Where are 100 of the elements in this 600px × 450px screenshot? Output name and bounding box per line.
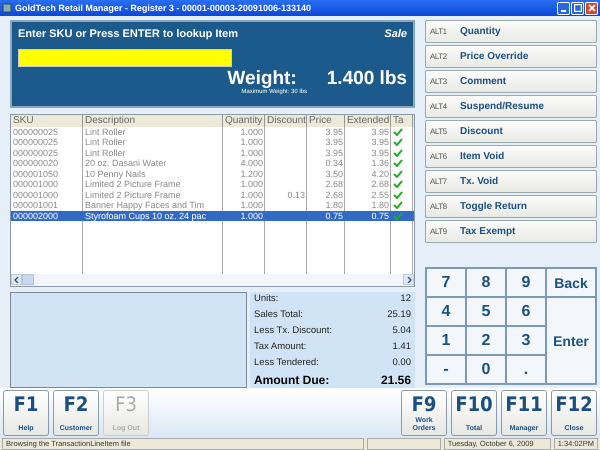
table-row[interactable]: 000001001 Banner Happy Faces and Tim 1.000 1.80 1.80	[11, 200, 414, 211]
column-header[interactable]: Discount	[265, 114, 307, 127]
keypad-key[interactable]: 6	[506, 297, 546, 326]
weight-label: Weight:	[227, 69, 297, 89]
table-row[interactable]: 000000025 Lint Roller 1.000 3.95 3.95	[11, 126, 414, 138]
action-button[interactable]: ALT1 Quantity	[425, 20, 597, 43]
mode-label: Sale	[384, 28, 407, 40]
table-cell-text: 1.000	[239, 137, 264, 148]
table-cell-text: 20 oz. Dasani Water	[84, 158, 168, 169]
table-row[interactable]: 000000025 Lint Roller 1.000 3.95 3.95	[11, 137, 414, 148]
scrollbar-thumb[interactable]	[22, 274, 34, 286]
keypad-key[interactable]: 3	[506, 326, 546, 355]
table-cell-text: 000000025	[12, 126, 60, 138]
action-button[interactable]: ALT5 Discount	[425, 120, 597, 143]
keypad-key[interactable]: Enter	[546, 297, 596, 384]
column-header[interactable]: Price	[307, 114, 345, 127]
table-cell-text: 1.000	[239, 179, 264, 190]
keypad-key[interactable]: 2	[466, 326, 506, 355]
table-cell-text: 0.34	[324, 158, 344, 169]
table-cell-text: 3.50	[324, 168, 344, 180]
minimize-button[interactable]	[557, 2, 570, 14]
table-cell-text: Lint Roller	[84, 126, 127, 138]
table-cell-text: 1.36	[370, 158, 390, 169]
maximize-icon	[574, 4, 582, 12]
app-icon	[2, 3, 12, 13]
column-header[interactable]: Quantity	[223, 114, 265, 127]
prompt-text: Enter SKU or Press ENTER to lookup Item	[18, 28, 238, 40]
column-header[interactable]: Ta	[391, 114, 413, 127]
window-title: GoldTech Retail Manager - Register 3 - 00001-00003-20091006-133140	[15, 3, 311, 13]
table-cell-text: 1.000	[239, 200, 264, 211]
total-label: Amount Due:	[254, 372, 330, 387]
table-cell-text: 3.95	[370, 148, 390, 158]
table-cell-text: 1.000	[239, 190, 264, 200]
column-header[interactable]: Extended	[345, 114, 391, 127]
table-cell-text: 4.20	[370, 168, 390, 180]
table-cell-text: 1.200	[239, 168, 264, 180]
table-cell-text: 000002000	[12, 210, 60, 222]
table-cell-text: 2.55	[370, 190, 390, 200]
keypad-key[interactable]: .	[506, 355, 546, 384]
keypad-key[interactable]: 5	[466, 297, 506, 326]
table-cell-text: 000000025	[12, 148, 60, 158]
action-button[interactable]: ALT6 Item Void	[425, 145, 597, 168]
action-button[interactable]: ALT8 Toggle Return	[425, 195, 597, 218]
table-cell-text: 2.68	[324, 179, 344, 190]
column-header[interactable]: Description	[83, 114, 223, 127]
keypad-key[interactable]: 0	[466, 355, 506, 384]
total-value: 5.04	[392, 324, 411, 336]
keypad-key[interactable]: 4	[426, 297, 466, 326]
keypad-key[interactable]: -	[426, 355, 466, 384]
table-cell-text: 0.13	[286, 190, 306, 200]
table-row[interactable]: 000000020 20 oz. Dasani Water 4.000 0.34 1.36	[11, 158, 414, 169]
action-button[interactable]: ALT9 Tax Exempt	[425, 220, 597, 243]
close-icon	[588, 4, 596, 12]
keypad-key[interactable]: 9	[506, 268, 546, 297]
table-row[interactable]: 000002000 Styrofoam Cups 10 oz. 24 pac 1.000 0.75 0.75	[11, 210, 414, 222]
total-value: 12	[400, 292, 411, 304]
total-value: 21.56	[380, 372, 411, 387]
table-cell-text: 2.68	[370, 179, 390, 190]
table-cell-text: 1.80	[324, 200, 344, 211]
table-cell-text: 3.95	[324, 137, 344, 148]
table-cell-text: 1.000	[239, 210, 264, 222]
table-cell-text: 000001000	[12, 190, 60, 200]
keypad-key[interactable]: 8	[466, 268, 506, 297]
table-row[interactable]: 000001000 Limited 2 Picture Frame 1.000 0.13 2.68 2.55	[11, 190, 414, 200]
table-cell-text: Limited 2 Picture Frame	[84, 190, 182, 200]
table-row[interactable]: 000000025 Lint Roller 1.000 3.95 3.95	[11, 148, 414, 158]
table-cell-text: 000001050	[12, 168, 60, 180]
scroll-right-button[interactable]	[403, 274, 414, 286]
table-cell-text: 000000025	[12, 137, 60, 148]
action-button[interactable]: ALT4 Suspend/Resume	[425, 95, 597, 118]
keypad-key[interactable]: Back	[546, 268, 596, 297]
column-header[interactable]: SKU	[11, 114, 83, 127]
scroll-left-button[interactable]	[11, 274, 22, 286]
maximize-button[interactable]	[571, 2, 584, 14]
table-row[interactable]: 000001000 Limited 2 Picture Frame 1.000 2.68 2.68	[11, 179, 414, 190]
table-cell-text: Lint Roller	[84, 148, 127, 158]
table-cell-text: 0.75	[324, 210, 344, 222]
total-label: Sales Total:	[254, 308, 303, 320]
table-cell-text: Banner Happy Faces and Tim	[84, 200, 206, 211]
table-cell-text: 3.95	[370, 126, 390, 138]
action-button[interactable]: ALT3 Comment	[425, 70, 597, 93]
keypad-key[interactable]: 1	[426, 326, 466, 355]
total-value: 1.41	[392, 340, 411, 352]
keypad-key[interactable]: 7	[426, 268, 466, 297]
close-button[interactable]	[585, 2, 598, 14]
total-label: Tax Amount:	[254, 340, 306, 352]
weight-value: 1.400 lbs	[326, 69, 407, 89]
total-label: Less Tendered:	[254, 356, 319, 368]
action-button[interactable]: ALT7 Tx. Void	[425, 170, 597, 193]
total-value: 25.19	[387, 308, 411, 320]
action-button[interactable]: ALT2 Price Override	[425, 45, 597, 68]
table-row[interactable]: 000001050 10 Penny Nails 1.200 3.50 4.20	[11, 168, 414, 180]
table-cell-text: 3.95	[370, 137, 390, 148]
table-cell-text: 1.000	[239, 148, 264, 158]
table-cell-text: 000001000	[12, 179, 60, 190]
table-cell-text: Limited 2 Picture Frame	[84, 179, 182, 190]
total-value: 0.00	[392, 356, 411, 368]
sku-input-field[interactable]	[18, 49, 232, 67]
table-cell-text: 000000020	[12, 158, 60, 169]
table-cell-text: 3.95	[324, 126, 344, 138]
